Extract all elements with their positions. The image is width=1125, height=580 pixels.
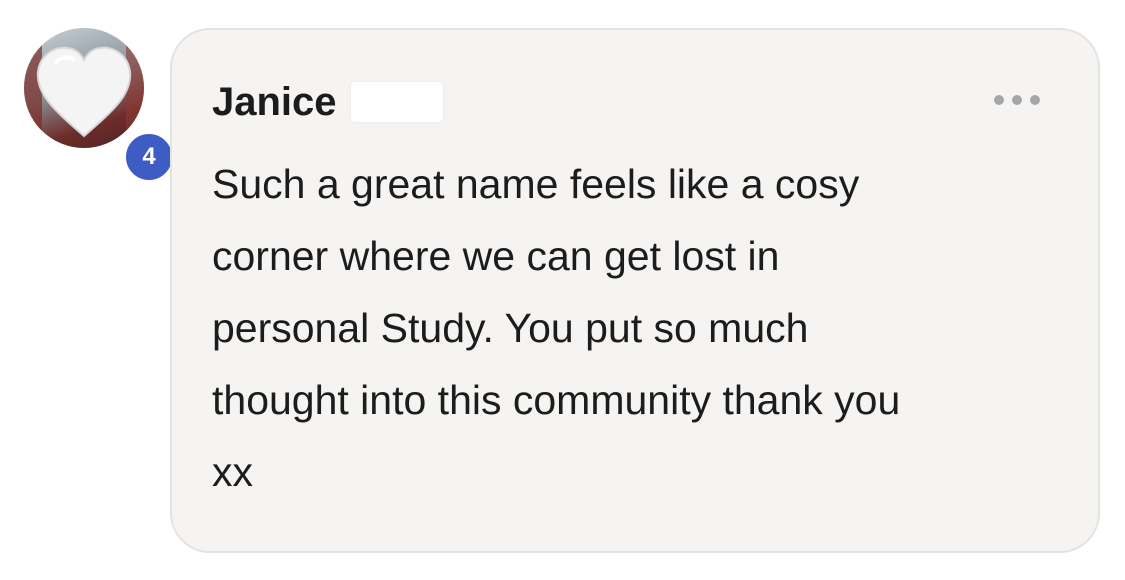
- heart-icon: [24, 28, 144, 148]
- notification-badge: 4: [122, 130, 176, 184]
- author-name-row[interactable]: Janice: [212, 78, 443, 126]
- more-horizontal-icon: [1030, 95, 1040, 105]
- more-horizontal-icon: [994, 95, 1004, 105]
- avatar[interactable]: [24, 28, 144, 148]
- comment-bubble: Janice Such a great name feels like a co…: [170, 28, 1100, 553]
- more-options-button[interactable]: [994, 88, 1040, 112]
- avatar-container[interactable]: 4: [24, 28, 176, 184]
- author-name[interactable]: Janice: [212, 78, 337, 126]
- comment-row: 4 Janice Such a great name feels like a …: [0, 0, 1125, 580]
- more-horizontal-icon: [1012, 95, 1022, 105]
- redacted-surname: [350, 82, 443, 122]
- comment-text: Such a great name feels like a cosy corn…: [212, 161, 901, 495]
